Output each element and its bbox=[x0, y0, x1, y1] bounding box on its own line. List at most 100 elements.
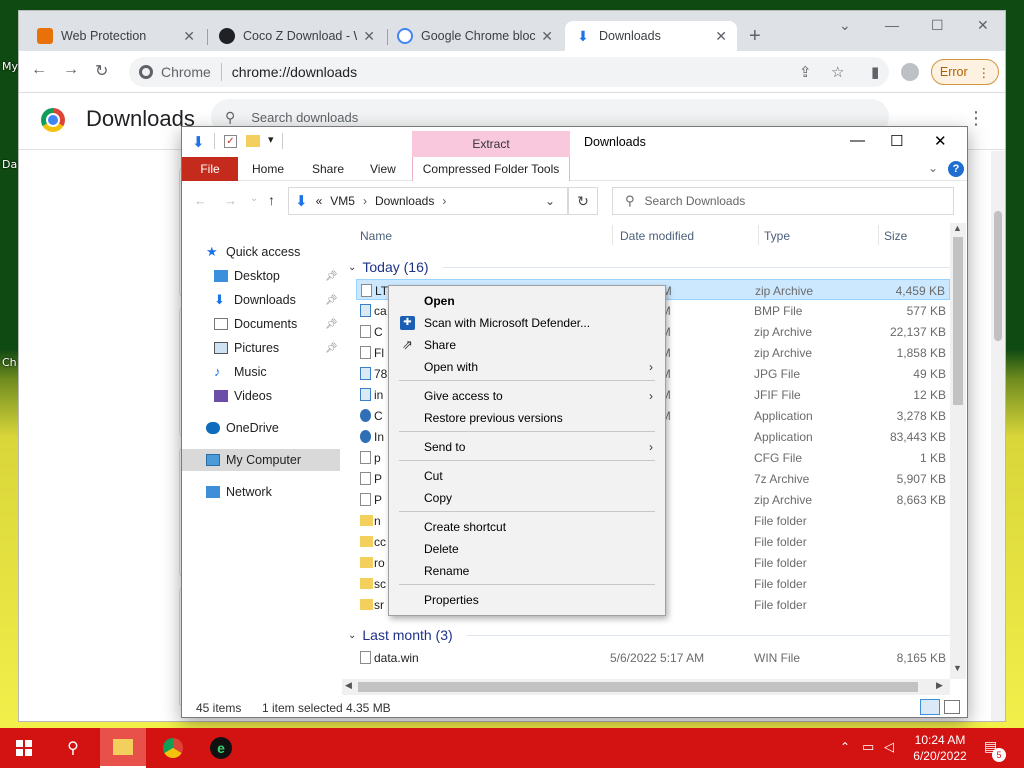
bookmark-star-icon[interactable]: ☆ bbox=[831, 63, 844, 81]
new-tab-button[interactable]: + bbox=[749, 25, 761, 48]
tab-strip: Web Protection ✕ Coco Z Download - W ✕ G… bbox=[19, 11, 1005, 51]
nav-quick-access[interactable]: ★ Quick access bbox=[206, 241, 364, 263]
address-breadcrumb[interactable]: ⬇ « VM5 › Downloads › ⌄ bbox=[288, 187, 568, 215]
menu-copy[interactable]: Copy bbox=[391, 487, 663, 509]
chevron-up-icon[interactable]: ⌃ bbox=[840, 740, 850, 754]
vertical-scrollbar[interactable]: ▲ ▼ bbox=[950, 223, 966, 679]
file-type: File folder bbox=[754, 577, 807, 591]
close-icon[interactable]: ✕ bbox=[715, 28, 727, 45]
close-icon[interactable]: ✕ bbox=[541, 28, 553, 45]
minimize-button[interactable]: — bbox=[885, 17, 899, 33]
taskbar-file-explorer[interactable] bbox=[100, 728, 146, 768]
close-icon[interactable]: ✕ bbox=[183, 28, 195, 45]
share-icon[interactable]: ⇪ bbox=[799, 63, 812, 81]
taskbar-app-e[interactable]: e bbox=[198, 728, 244, 768]
forward-icon[interactable]: → bbox=[63, 61, 79, 79]
forward-icon[interactable]: → bbox=[224, 193, 237, 208]
tab-web-protection[interactable]: Web Protection ✕ bbox=[27, 21, 205, 51]
customize-toolbar-icon[interactable]: ▾ bbox=[268, 133, 274, 146]
scroll-down-icon[interactable]: ▼ bbox=[953, 663, 962, 673]
up-icon[interactable]: ↑ bbox=[268, 192, 275, 208]
properties-icon[interactable]: ✓ bbox=[224, 135, 237, 148]
more-vert-icon: ⋮ bbox=[977, 65, 991, 80]
back-icon[interactable]: ← bbox=[31, 61, 47, 79]
chevron-down-icon[interactable]: ⌄ bbox=[545, 194, 555, 208]
close-icon[interactable]: ✕ bbox=[363, 28, 375, 45]
group-header-last-month[interactable]: ⌄ Last month (3) bbox=[348, 627, 950, 643]
tab-file[interactable]: File bbox=[182, 157, 238, 181]
nav-my-computer[interactable]: My Computer bbox=[182, 449, 340, 471]
recent-locations-icon[interactable]: ⌄ bbox=[250, 193, 258, 204]
desktop-icon-label[interactable]: Ch bbox=[2, 356, 17, 369]
taskbar-chrome[interactable] bbox=[150, 728, 196, 768]
scroll-up-icon[interactable]: ▲ bbox=[953, 223, 962, 233]
file-name: ro bbox=[374, 556, 385, 570]
scroll-left-icon[interactable]: ◀ bbox=[345, 680, 352, 691]
expand-ribbon-icon[interactable]: ⌄ bbox=[928, 161, 938, 175]
start-button[interactable] bbox=[0, 728, 48, 768]
menu-properties[interactable]: Properties bbox=[391, 589, 663, 611]
menu-open-with[interactable]: Open with › bbox=[391, 356, 663, 378]
tab-google-chrome-blocked[interactable]: Google Chrome bloc ✕ bbox=[387, 21, 563, 51]
nav-network[interactable]: Network bbox=[206, 481, 364, 503]
menu-share[interactable]: ⇗ Share bbox=[391, 334, 663, 356]
horizontal-scrollbar[interactable]: ◀ ▶ bbox=[342, 679, 950, 695]
tab-coco-z[interactable]: Coco Z Download - W ✕ bbox=[209, 21, 385, 51]
new-folder-icon[interactable] bbox=[246, 135, 260, 147]
tab-search-icon[interactable]: ⌄ bbox=[839, 17, 851, 34]
details-view-icon[interactable] bbox=[920, 699, 940, 715]
refresh-icon[interactable]: ↻ bbox=[568, 187, 598, 215]
tab-home[interactable]: Home bbox=[252, 157, 284, 181]
nav-onedrive[interactable]: OneDrive bbox=[206, 417, 364, 439]
column-size[interactable]: Size bbox=[884, 229, 907, 243]
close-window-button[interactable]: ✕ bbox=[934, 132, 947, 150]
reload-icon[interactable]: ↻ bbox=[95, 61, 108, 81]
desktop-icon-label[interactable]: Da bbox=[2, 158, 17, 171]
more-vert-icon[interactable]: ⋮ bbox=[967, 108, 985, 129]
file-name: data.win bbox=[374, 651, 419, 665]
side-panel-icon[interactable]: ▮ bbox=[871, 63, 879, 81]
minimize-button[interactable]: — bbox=[850, 132, 865, 149]
menu-restore-previous[interactable]: Restore previous versions bbox=[391, 407, 663, 429]
search-icon[interactable]: ⚲ bbox=[50, 728, 96, 768]
page-scrollbar[interactable] bbox=[991, 151, 1005, 721]
volume-icon[interactable]: ◁ bbox=[884, 739, 894, 755]
menu-scan-defender[interactable]: ✚ Scan with Microsoft Defender... bbox=[391, 312, 663, 334]
column-name[interactable]: Name bbox=[360, 229, 392, 243]
search-downloads-input[interactable]: ⚲ Search Downloads bbox=[612, 187, 954, 215]
maximize-button[interactable]: ☐ bbox=[890, 132, 903, 150]
network-tray-icon[interactable]: ▭ bbox=[862, 739, 874, 755]
tab-view[interactable]: View bbox=[370, 157, 396, 181]
tab-compressed-folder-tools[interactable]: Compressed Folder Tools bbox=[412, 157, 570, 181]
file-icon bbox=[361, 284, 372, 297]
address-bar[interactable]: Chrome chrome://downloads bbox=[129, 57, 889, 87]
chrome-site-icon bbox=[139, 65, 153, 79]
menu-delete[interactable]: Delete bbox=[391, 538, 663, 560]
menu-open[interactable]: Open bbox=[391, 290, 663, 312]
column-date-modified[interactable]: Date modified bbox=[620, 229, 694, 243]
column-type[interactable]: Type bbox=[764, 229, 790, 243]
breadcrumb-downloads[interactable]: Downloads bbox=[375, 194, 434, 208]
breadcrumb-overflow[interactable]: « bbox=[316, 194, 323, 208]
scroll-right-icon[interactable]: ▶ bbox=[936, 680, 943, 691]
file-size: 1 KB bbox=[919, 451, 946, 465]
breadcrumb-vm5[interactable]: VM5 bbox=[330, 194, 355, 208]
menu-cut[interactable]: Cut bbox=[391, 465, 663, 487]
back-icon[interactable]: ← bbox=[194, 193, 207, 208]
file-row[interactable]: data.win 5/6/2022 5:17 AM WIN File 8,165 KB bbox=[356, 647, 950, 668]
close-window-button[interactable]: ✕ bbox=[977, 17, 989, 34]
tab-downloads[interactable]: ⬇ Downloads ✕ bbox=[565, 21, 737, 51]
help-icon[interactable]: ? bbox=[948, 161, 964, 177]
clock[interactable]: 10:24 AM 6/20/2022 bbox=[910, 732, 970, 764]
tab-share[interactable]: Share bbox=[312, 157, 344, 181]
profile-avatar-icon[interactable] bbox=[901, 63, 919, 81]
menu-send-to[interactable]: Send to › bbox=[391, 436, 663, 458]
menu-rename[interactable]: Rename bbox=[391, 560, 663, 582]
desktop-icon-label[interactable]: My bbox=[2, 60, 18, 73]
menu-create-shortcut[interactable]: Create shortcut bbox=[391, 516, 663, 538]
large-icons-view-icon[interactable] bbox=[944, 700, 960, 714]
group-header-today[interactable]: ⌄ Today (16) bbox=[348, 259, 950, 275]
menu-give-access[interactable]: Give access to › bbox=[391, 385, 663, 407]
maximize-button[interactable]: ☐ bbox=[931, 17, 944, 34]
error-button[interactable]: Error ⋮ bbox=[931, 59, 999, 85]
